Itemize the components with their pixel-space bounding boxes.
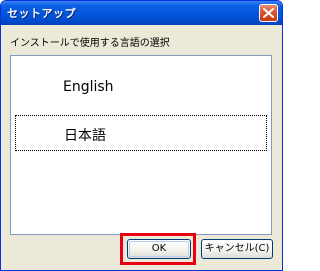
- language-listbox[interactable]: English 日本語: [10, 55, 272, 235]
- window-title: セットアップ: [7, 7, 76, 20]
- cancel-button[interactable]: キャンセル(C): [201, 239, 273, 259]
- setup-dialog: セットアップ インストールで使用する言語の選択 English 日本語 OK キ…: [0, 0, 283, 271]
- language-item-label: English: [63, 79, 114, 95]
- ok-button[interactable]: OK: [127, 239, 191, 259]
- close-button[interactable]: [259, 4, 278, 22]
- close-icon: [263, 8, 274, 18]
- title-bar[interactable]: セットアップ: [1, 1, 282, 25]
- instruction-label: インストールで使用する言語の選択: [10, 38, 170, 49]
- language-item-english[interactable]: English: [15, 70, 267, 106]
- language-item-label: 日本語: [64, 128, 106, 144]
- language-item-japanese[interactable]: 日本語: [15, 115, 267, 151]
- dialog-body: インストールで使用する言語の選択 English 日本語 OK キャンセル(C): [4, 25, 279, 268]
